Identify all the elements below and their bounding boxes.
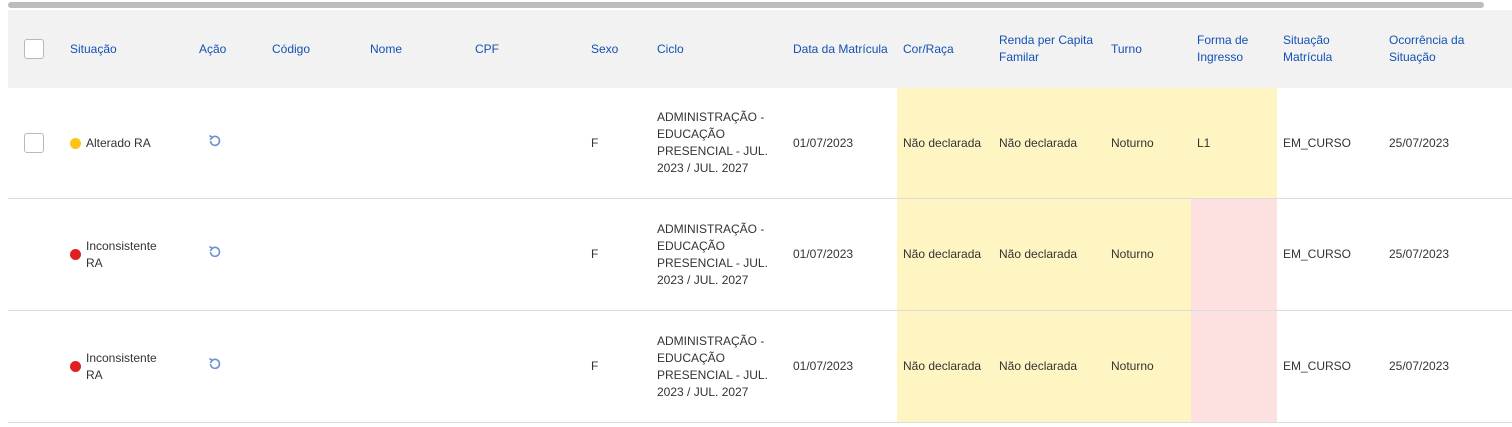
row-select-cell [8, 310, 64, 423]
renda-cell: Não declarada [993, 198, 1105, 311]
sexo-cell: F [585, 198, 651, 311]
status-dot-red [70, 361, 81, 372]
acao-cell [193, 88, 266, 199]
header-cpf[interactable]: CPF [469, 10, 585, 88]
acao-cell [193, 310, 266, 423]
undo-icon[interactable] [207, 133, 223, 149]
header-turno[interactable]: Turno [1105, 10, 1191, 88]
sexo-cell: F [585, 310, 651, 423]
ciclo-cell: ADMINISTRAÇÃO - EDUCAÇÃO PRESENCIAL - JU… [651, 88, 787, 199]
horizontal-scrollbar[interactable] [0, 0, 1512, 10]
situacao-matricula-cell: EM_CURSO [1277, 88, 1383, 199]
nome-cell [364, 198, 469, 311]
table-header-row: Situação Ação Código Nome CPF Sexo Ciclo… [8, 10, 1512, 88]
turno-cell: Noturno [1105, 198, 1191, 311]
cor-raca-cell: Não declarada [897, 198, 993, 311]
header-ciclo[interactable]: Ciclo [651, 10, 787, 88]
ocorrencia-cell: 25/07/2023 [1383, 88, 1512, 199]
codigo-cell [266, 310, 364, 423]
forma-ingresso-cell [1191, 198, 1277, 311]
header-data-matricula[interactable]: Data da Matrícula [787, 10, 897, 88]
table-row: Inconsistente RA F ADMINISTRAÇÃO - EDUCA… [8, 198, 1512, 311]
status-text: Inconsistente RA [86, 238, 157, 270]
renda-cell: Não declarada [993, 88, 1105, 199]
cpf-cell [469, 310, 585, 423]
undo-icon[interactable] [207, 244, 223, 260]
cor-raca-cell: Não declarada [897, 88, 993, 199]
situacao-matricula-cell: EM_CURSO [1277, 310, 1383, 423]
undo-icon[interactable] [207, 356, 223, 372]
header-forma-ingresso[interactable]: Forma de Ingresso [1191, 10, 1277, 88]
forma-ingresso-cell [1191, 310, 1277, 423]
table-row: Inconsistente RA F ADMINISTRAÇÃO - EDUCA… [8, 310, 1512, 423]
header-cor-raca[interactable]: Cor/Raça [897, 10, 993, 88]
header-codigo[interactable]: Código [266, 10, 364, 88]
forma-ingresso-cell: L1 [1191, 88, 1277, 199]
situacao-cell: Inconsistente RA [64, 198, 193, 311]
students-table: Situação Ação Código Nome CPF Sexo Ciclo… [8, 10, 1512, 423]
row-checkbox[interactable] [24, 133, 44, 153]
status-dot-red [70, 249, 81, 260]
row-select-cell [8, 88, 64, 199]
situacao-matricula-cell: EM_CURSO [1277, 198, 1383, 311]
cpf-cell [469, 198, 585, 311]
header-renda[interactable]: Renda per Capita Familar [993, 10, 1105, 88]
data-matricula-cell: 01/07/2023 [787, 310, 897, 423]
cpf-cell [469, 88, 585, 199]
sexo-cell: F [585, 88, 651, 199]
row-select-cell [8, 198, 64, 311]
header-acao[interactable]: Ação [193, 10, 266, 88]
nome-cell [364, 88, 469, 199]
header-situacao-matricula[interactable]: Situação Matrícula [1277, 10, 1383, 88]
situacao-cell: Alterado RA [64, 88, 193, 199]
status-text: Alterado RA [86, 135, 151, 150]
header-select-all-cell [8, 10, 64, 88]
data-matricula-cell: 01/07/2023 [787, 88, 897, 199]
nome-cell [364, 310, 469, 423]
acao-cell [193, 198, 266, 311]
ciclo-cell: ADMINISTRAÇÃO - EDUCAÇÃO PRESENCIAL - JU… [651, 310, 787, 423]
header-ocorrencia[interactable]: Ocorrência da Situação [1383, 10, 1512, 88]
table-row: Alterado RA F ADMINISTRAÇÃO - EDUCAÇÃO P… [8, 88, 1512, 199]
situacao-cell: Inconsistente RA [64, 310, 193, 423]
select-all-checkbox[interactable] [24, 39, 44, 59]
turno-cell: Noturno [1105, 310, 1191, 423]
header-nome[interactable]: Nome [364, 10, 469, 88]
status-dot-yellow [70, 137, 81, 149]
ocorrencia-cell: 25/07/2023 [1383, 310, 1512, 423]
header-situacao[interactable]: Situação [64, 10, 193, 88]
turno-cell: Noturno [1105, 88, 1191, 199]
codigo-cell [266, 198, 364, 311]
ocorrencia-cell: 25/07/2023 [1383, 198, 1512, 311]
ciclo-cell: ADMINISTRAÇÃO - EDUCAÇÃO PRESENCIAL - JU… [651, 198, 787, 311]
status-text: Inconsistente RA [86, 350, 157, 382]
codigo-cell [266, 88, 364, 199]
data-matricula-cell: 01/07/2023 [787, 198, 897, 311]
cor-raca-cell: Não declarada [897, 310, 993, 423]
renda-cell: Não declarada [993, 310, 1105, 423]
header-sexo[interactable]: Sexo [585, 10, 651, 88]
scrollbar-thumb[interactable] [8, 2, 1484, 8]
